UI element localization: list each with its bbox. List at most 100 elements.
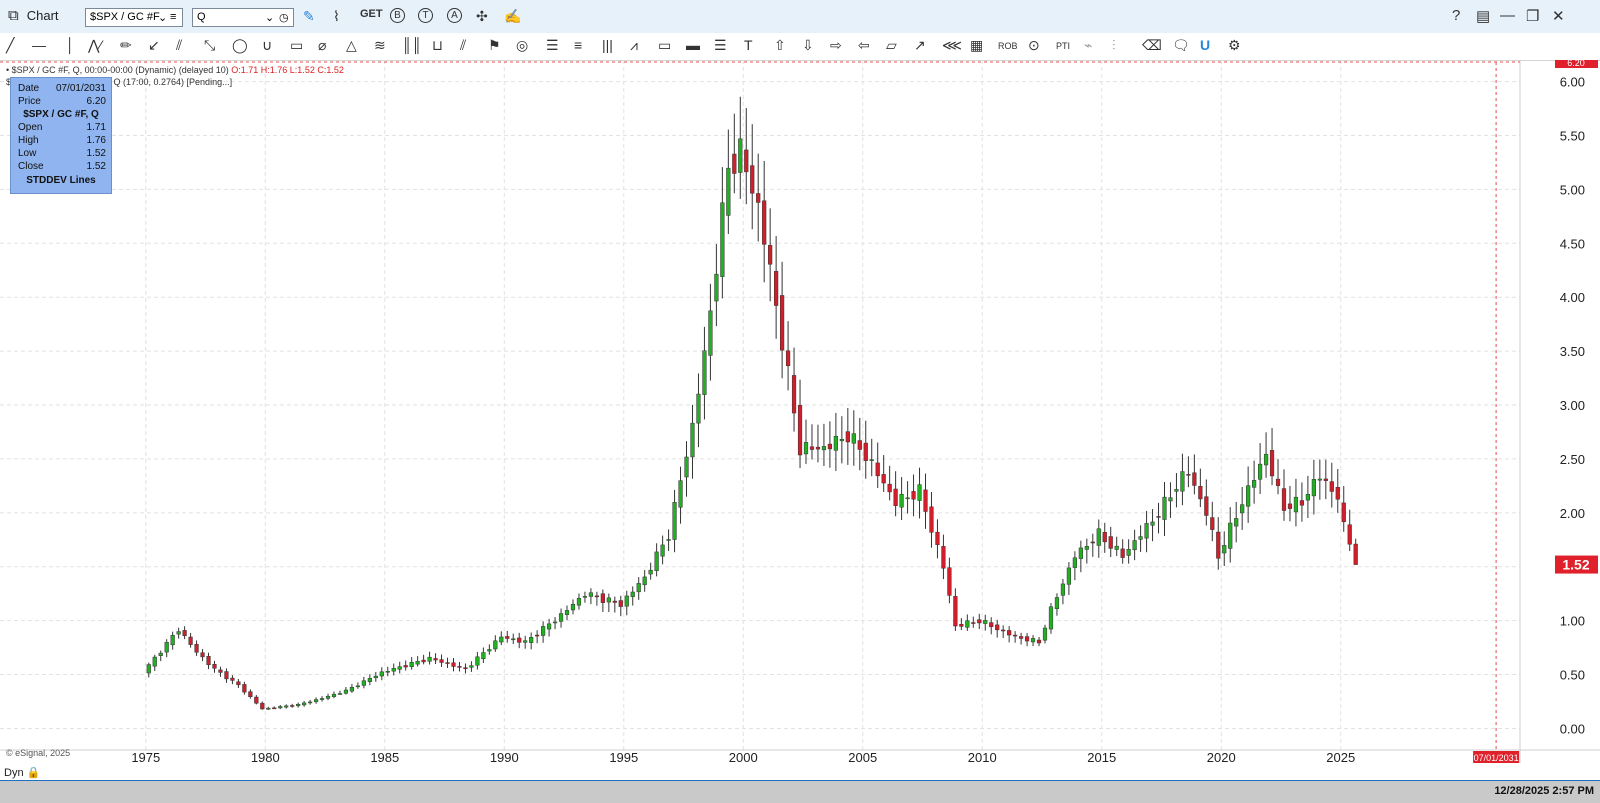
candle-up xyxy=(146,664,151,674)
candle-down xyxy=(1090,541,1095,544)
candle-up xyxy=(1048,606,1054,630)
hline-tool-icon[interactable]: — xyxy=(32,37,46,53)
candle-up xyxy=(899,493,904,508)
comment-icon[interactable]: 🗨 xyxy=(1172,37,1190,54)
speed-tool-icon[interactable]: ↗ xyxy=(914,37,926,54)
candle-up xyxy=(672,502,677,540)
andrews-tool-icon[interactable]: ⋘ xyxy=(942,37,962,54)
text-tool-icon[interactable]: T xyxy=(744,37,753,53)
candle-up xyxy=(1066,567,1072,585)
crosshair-tooltip: Date 07/01/2031 Price 6.20 $SPX / GC #F, Q… xyxy=(10,77,112,194)
interval-input[interactable]: Q ⌄ ◷ xyxy=(192,8,294,27)
flag-tool-icon[interactable]: ⚑ xyxy=(488,37,501,54)
candle-up xyxy=(278,706,283,709)
restore-icon[interactable]: ❐ xyxy=(1526,7,1539,25)
help-icon[interactable]: ? xyxy=(1452,7,1460,24)
fib-tool-icon[interactable]: ☰ xyxy=(546,37,559,54)
dyn-label[interactable]: Dyn 🔒 xyxy=(4,766,40,779)
a-icon[interactable]: A xyxy=(447,8,462,23)
pattern-tool-icon[interactable]: ⌁ xyxy=(1084,37,1092,54)
box2-tool-icon[interactable]: ▬ xyxy=(686,37,700,53)
gann-tool-icon[interactable]: ⊔ xyxy=(432,37,443,54)
candle-down xyxy=(1335,487,1340,500)
levels-tool-icon[interactable]: ☰ xyxy=(714,37,727,54)
chart-area[interactable]: 0.000.501.001.502.002.503.003.504.004.50… xyxy=(0,60,1600,763)
pen-tool-icon[interactable]: ✏ xyxy=(120,37,132,54)
candle-down xyxy=(439,659,444,663)
arc-tool-icon[interactable]: ∪ xyxy=(262,37,272,54)
candle-down xyxy=(505,636,510,639)
candle-up xyxy=(1138,536,1143,540)
settings-tool-icon[interactable]: ⚙ xyxy=(1228,37,1241,54)
pti-tool-icon[interactable]: PTI xyxy=(1056,41,1070,51)
b-icon[interactable]: B xyxy=(390,8,405,23)
candle-down xyxy=(1156,516,1161,518)
fib-ext-tool-icon[interactable]: ≡ xyxy=(574,37,582,53)
minimize-icon[interactable]: — xyxy=(1500,7,1515,24)
arrow-down-icon[interactable]: ⇩ xyxy=(802,37,814,54)
candle-up xyxy=(164,642,169,653)
candle-up xyxy=(1317,478,1322,481)
t-icon[interactable]: T xyxy=(418,8,433,23)
candle-up xyxy=(343,689,349,694)
grid-tool-icon[interactable]: ▦ xyxy=(970,37,983,54)
oscillator-icon[interactable]: ⌇ xyxy=(333,8,340,25)
fork-tool-icon[interactable]: ⫽ xyxy=(176,37,182,54)
tools-icon[interactable]: ✣ xyxy=(476,8,488,25)
candle-down xyxy=(815,446,821,450)
tooltip-date-label: Date xyxy=(18,83,40,94)
target-tool-icon[interactable]: ◎ xyxy=(516,37,528,54)
magnet-icon[interactable]: U xyxy=(1200,37,1210,53)
rob-tool-icon[interactable]: ROB xyxy=(998,41,1018,51)
zigzag-tool-icon[interactable]: ⋀⁄ xyxy=(88,37,102,54)
candle-down xyxy=(403,665,408,668)
arrow-tool-icon[interactable]: ↙ xyxy=(148,37,160,54)
clock-icon[interactable]: ◷ xyxy=(279,11,289,24)
arrow-right-icon[interactable]: ⇨ xyxy=(830,37,842,54)
lock-icon[interactable]: 🔒 xyxy=(27,767,41,779)
rectangle-tool-icon[interactable]: ▭ xyxy=(290,37,303,54)
price-chart[interactable]: 0.000.501.001.502.002.503.003.504.004.50… xyxy=(0,60,1600,763)
box-tool-icon[interactable]: ▭ xyxy=(658,37,671,54)
candle-down xyxy=(863,442,868,461)
candle-down xyxy=(762,200,767,245)
symbol-input[interactable]: $SPX / GC #F ⌄ ≡ xyxy=(85,8,183,27)
shape-tool-icon[interactable]: ▱ xyxy=(886,37,897,54)
parallel-tool-icon[interactable]: ⫽ xyxy=(460,37,466,54)
candle-down xyxy=(236,681,241,686)
time-tool-icon[interactable]: ||| xyxy=(602,37,613,53)
ellipse-tool-icon[interactable]: ◯ xyxy=(232,37,248,54)
candle-up xyxy=(684,456,689,478)
candle-up xyxy=(337,693,343,695)
layout-icon[interactable]: ▤ xyxy=(1476,7,1490,25)
ellipse2-tool-icon[interactable]: ⊙ xyxy=(1028,37,1040,54)
chevron-down-icon[interactable]: ⌄ xyxy=(265,11,274,24)
symbol-value: $SPX / GC #F xyxy=(90,11,160,23)
close-icon[interactable]: ✕ xyxy=(1552,7,1565,25)
line-tool-icon[interactable]: ╱ xyxy=(6,37,14,54)
edit-icon[interactable]: ✍ xyxy=(504,8,521,25)
channel-tool-icon[interactable]: ≋ xyxy=(374,37,386,54)
symbol-info-line: • $SPX / GC #F, Q, 00:00-00:00 (Dynamic)… xyxy=(6,65,344,75)
bars-tool-icon[interactable]: ⫶ xyxy=(1112,37,1116,54)
eraser-tool-icon[interactable]: ⌀ xyxy=(318,37,326,54)
fan-tool-icon[interactable]: ⤡ xyxy=(204,37,215,54)
candle-down xyxy=(1323,478,1328,481)
cycle-tool-icon[interactable]: ║║ xyxy=(402,37,422,53)
y-tick-label: 4.50 xyxy=(1560,236,1585,251)
candle-down xyxy=(242,684,247,693)
candle-up xyxy=(349,686,355,692)
arrow-up-icon[interactable]: ⇧ xyxy=(774,37,786,54)
eraser-icon[interactable]: ⌫ xyxy=(1142,37,1162,54)
arrow-left-icon[interactable]: ⇦ xyxy=(858,37,870,54)
menu-icon[interactable]: ≡ xyxy=(170,11,176,23)
vline-tool-icon[interactable]: │ xyxy=(66,37,75,53)
triangle-tool-icon[interactable]: △ xyxy=(346,37,357,54)
wave-tool-icon[interactable]: ⩘ xyxy=(630,37,638,54)
chevron-down-icon[interactable]: ⌄ xyxy=(158,11,167,24)
candle-up xyxy=(720,202,725,277)
x-tick-label: 2015 xyxy=(1087,750,1116,763)
get-icon[interactable]: GET xyxy=(360,8,383,20)
candle-down xyxy=(194,644,199,653)
pencil-icon[interactable]: ✎ xyxy=(303,8,315,25)
